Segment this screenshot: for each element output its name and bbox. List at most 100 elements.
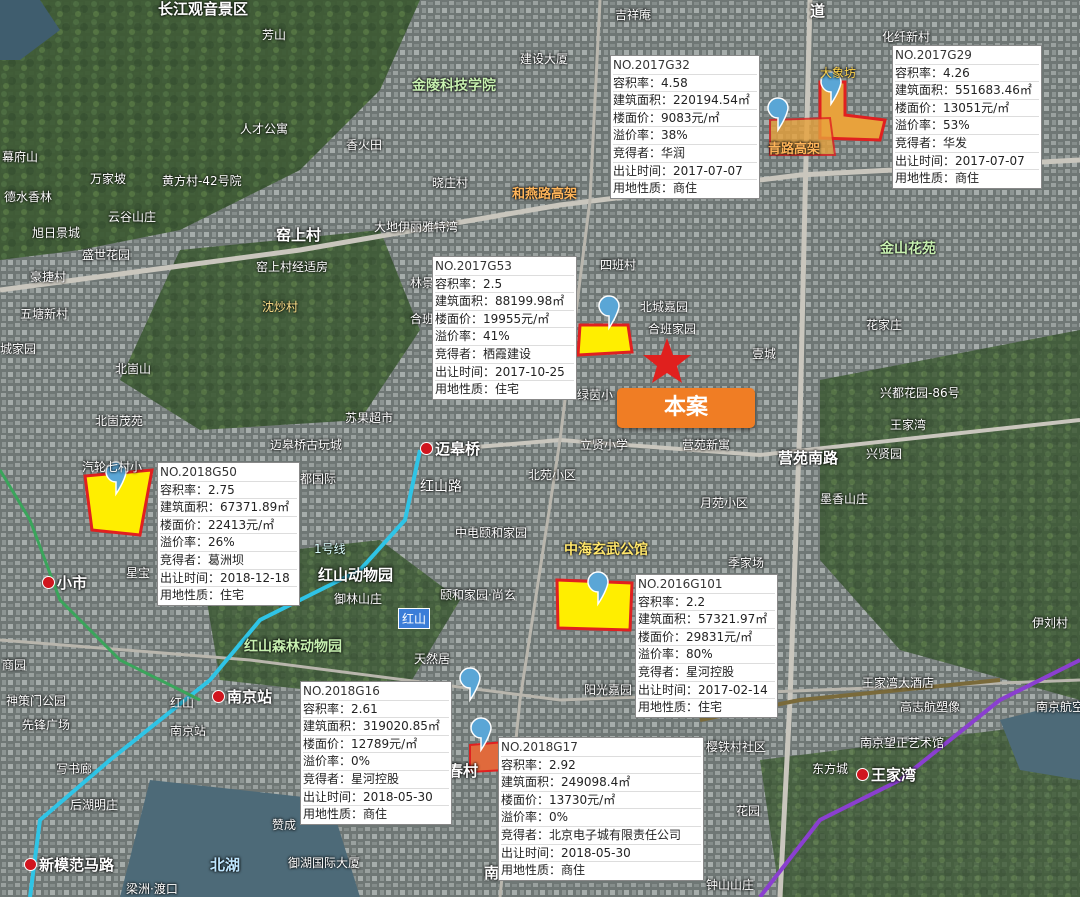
parcel-info-2017g32[interactable]: NO.2017G32 容积率：4.58 建筑面积：220194.54㎡ 楼面价：… bbox=[610, 55, 760, 199]
parcel-info-2018g17[interactable]: NO.2018G17 容积率：2.92 建筑面积：249098.4㎡ 楼面价：1… bbox=[498, 737, 704, 881]
map-label: 黄方村-42号院 bbox=[162, 174, 242, 188]
map-label: 和燕路高架 bbox=[512, 187, 578, 202]
map-label: 红山动物园 bbox=[318, 566, 394, 584]
plot-ratio: 容积率：4.58 bbox=[613, 75, 757, 93]
sale-date: 出让时间：2018-12-18 bbox=[160, 570, 297, 588]
map-label: 星宝 bbox=[126, 566, 151, 580]
map-label: 豪捷村 bbox=[30, 270, 67, 284]
map-label: 墨香山庄 bbox=[820, 492, 869, 506]
map-label: 南 bbox=[484, 864, 500, 882]
map-label: 壹城 bbox=[752, 347, 777, 361]
winner: 竞得者：华发 bbox=[895, 135, 1039, 153]
map-label: 沈炒村 bbox=[262, 300, 299, 314]
map-label: 北湖 bbox=[210, 856, 241, 874]
map-label: 绿茵小 bbox=[577, 388, 614, 402]
premium-rate: 溢价率：0% bbox=[303, 753, 449, 771]
floor-price: 楼面价：29831元/㎡ bbox=[638, 629, 775, 647]
map-label: 赞成 bbox=[272, 818, 297, 832]
map-label: 香火田 bbox=[346, 138, 383, 152]
parcel-id: NO.2016G101 bbox=[638, 576, 775, 594]
map-label: 王家湾 bbox=[856, 768, 916, 783]
map-label: 五塘新村 bbox=[20, 307, 69, 321]
map-label: 樱铁村社区 bbox=[706, 740, 767, 754]
premium-rate: 溢价率：41% bbox=[435, 328, 574, 346]
map-label: 写书廊 bbox=[56, 762, 93, 776]
map-label: 花园 bbox=[736, 804, 761, 818]
map-label: 迈皋桥 bbox=[420, 442, 480, 457]
map-label: 北城嘉园 bbox=[640, 300, 689, 314]
map-label: 1号线 bbox=[314, 542, 346, 556]
floor-area: 建筑面积：319020.85㎡ bbox=[303, 718, 449, 736]
plot-ratio: 容积率：2.61 bbox=[303, 701, 449, 719]
winner: 竞得者：葛洲坝 bbox=[160, 552, 297, 570]
map-label: 王家湾 bbox=[890, 418, 927, 432]
parcel-info-2017g29[interactable]: NO.2017G29 容积率：4.26 建筑面积：551683.46㎡ 楼面价：… bbox=[892, 45, 1042, 189]
plot-ratio: 容积率：2.5 bbox=[435, 276, 574, 294]
map-label: 林景 bbox=[410, 276, 435, 290]
winner: 竞得者：星河控股 bbox=[303, 771, 449, 789]
floor-area: 建筑面积：220194.54㎡ bbox=[613, 92, 757, 110]
map-label: 商园 bbox=[2, 658, 27, 672]
floor-area: 建筑面积：551683.46㎡ bbox=[895, 82, 1039, 100]
map-label: 芳山 bbox=[262, 28, 287, 42]
map-label: 汽轮七村小 bbox=[82, 460, 143, 474]
parcel-info-2017g53[interactable]: NO.2017G53 容积率：2.5 建筑面积：88199.98㎡ 楼面价：19… bbox=[432, 256, 577, 400]
map-label: 化纤新村 bbox=[882, 30, 931, 44]
map-label: 花家庄 bbox=[866, 318, 903, 332]
map-label: 南京望正艺术馆 bbox=[860, 736, 945, 750]
plot-ratio: 容积率：2.2 bbox=[638, 594, 775, 612]
map-label: 长江观音景区 bbox=[158, 0, 249, 18]
winner: 竞得者：华润 bbox=[613, 145, 757, 163]
land-use: 用地性质：商住 bbox=[895, 171, 980, 186]
map-label: 万家坡 bbox=[90, 172, 127, 186]
parcel-info-2018g16[interactable]: NO.2018G16 容积率：2.61 建筑面积：319020.85㎡ 楼面价：… bbox=[300, 681, 452, 825]
map-label: 营苑新寓 bbox=[682, 438, 731, 452]
premium-rate: 溢价率：53% bbox=[895, 117, 1039, 135]
map-label: 都国际 bbox=[300, 472, 337, 486]
parcel-id: NO.2018G50 bbox=[160, 464, 297, 482]
floor-area: 建筑面积：57321.97㎡ bbox=[638, 611, 775, 629]
floor-area: 建筑面积：249098.4㎡ bbox=[501, 774, 701, 792]
map-label: 钟山山庄 bbox=[706, 878, 755, 892]
sale-date: 出让时间：2017-02-14 bbox=[638, 682, 775, 700]
map-label: 天然居 bbox=[414, 652, 451, 666]
map-label: 御湖国际大厦 bbox=[288, 856, 361, 870]
parcel-2017g53[interactable] bbox=[576, 323, 634, 357]
winner: 竞得者：北京电子城有限责任公司 bbox=[501, 827, 701, 845]
map-label: 大地伊丽雅特湾 bbox=[374, 220, 459, 234]
map-label: 德水香林 bbox=[4, 190, 53, 204]
parcel-info-2016g101[interactable]: NO.2016G101 容积率：2.2 建筑面积：57321.97㎡ 楼面价：2… bbox=[635, 574, 778, 718]
map-label: 红山森林动物园 bbox=[244, 639, 342, 655]
metro-station-icon bbox=[420, 442, 433, 455]
floor-price: 楼面价：12789元/㎡ bbox=[303, 736, 449, 754]
parcel-id: NO.2018G16 bbox=[303, 683, 449, 701]
map-label: 窑上村 bbox=[276, 226, 322, 244]
map-label: 北苑小区 bbox=[528, 468, 577, 482]
map-label: 苏果超市 bbox=[345, 411, 394, 425]
metro-station-name: 新模范马路 bbox=[39, 856, 115, 874]
metro-station-icon bbox=[856, 768, 869, 781]
map-label: 合班 bbox=[410, 312, 435, 326]
metro-station-name: 小市 bbox=[57, 574, 88, 592]
map-label: 中海玄武公馆 bbox=[564, 542, 648, 558]
parcel-info-2018g50[interactable]: NO.2018G50 容积率：2.75 建筑面积：67371.89㎡ 楼面价：2… bbox=[157, 462, 300, 606]
plot-ratio: 容积率：4.26 bbox=[895, 65, 1039, 83]
premium-rate: 溢价率：0% bbox=[501, 809, 701, 827]
map-label: 中电颐和家园 bbox=[455, 526, 528, 540]
map-label: 幕府山 bbox=[2, 150, 39, 164]
map-label: 旭日景城 bbox=[32, 226, 81, 240]
map-label: 建设大厦 bbox=[520, 52, 569, 66]
map-label: 盛世花园 bbox=[82, 248, 131, 262]
map-label: 先锋广场 bbox=[22, 718, 71, 732]
map-label: 城家园 bbox=[0, 342, 37, 356]
map-label: 北崮山 bbox=[115, 362, 152, 376]
map-label: 云谷山庄 bbox=[108, 210, 157, 224]
map-label: 红山路 bbox=[420, 479, 462, 495]
sale-date: 出让时间：2017-10-25 bbox=[435, 364, 574, 382]
map-label: 青路高架 bbox=[768, 142, 821, 157]
map-label: 颐和家园·尚玄 bbox=[440, 588, 516, 602]
parcel-id: NO.2017G29 bbox=[895, 47, 1039, 65]
project-marker[interactable]: 本案 bbox=[617, 388, 755, 428]
floor-price: 楼面价：19955元/㎡ bbox=[435, 311, 574, 329]
land-use: 用地性质：住宅 bbox=[435, 382, 520, 397]
